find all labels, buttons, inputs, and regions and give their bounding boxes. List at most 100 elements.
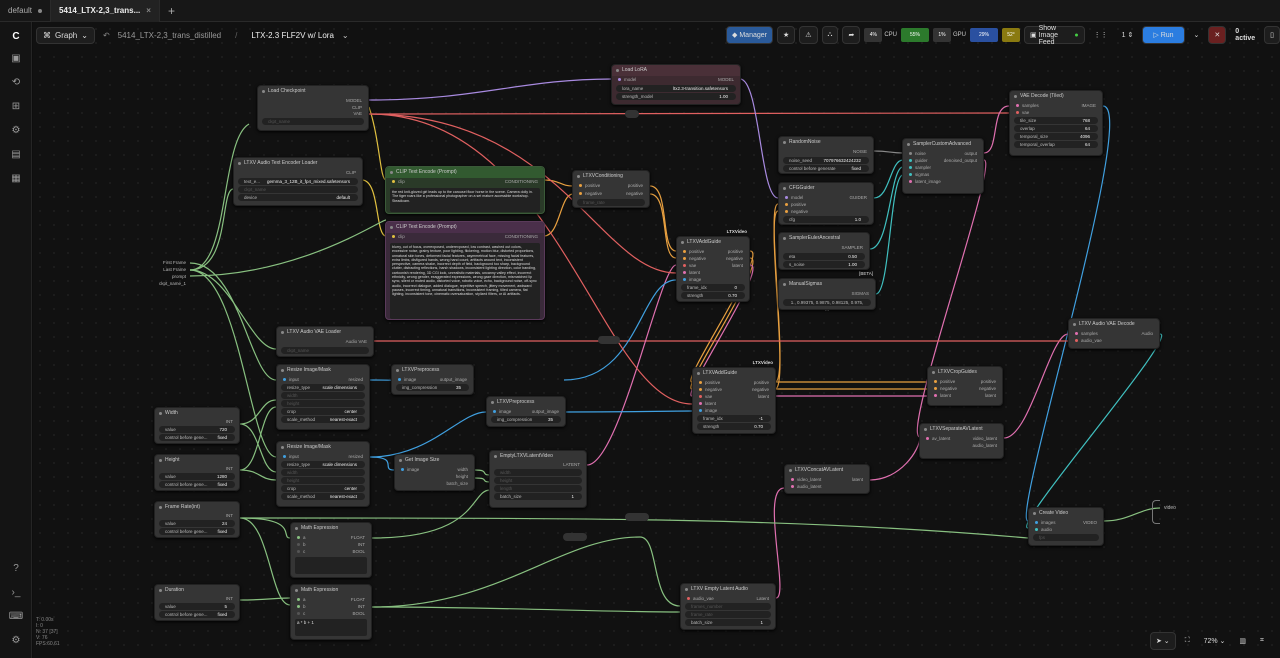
tab-default[interactable]: default [0, 0, 52, 22]
node-ltxv-add-guide-first[interactable]: LTXVideo LTXVAddGuide positive positive n… [676, 229, 750, 302]
slot-noise[interactable]: noise output [903, 150, 983, 157]
slot-image[interactable]: image [677, 276, 749, 283]
node-ltxv-preprocess-first[interactable]: LTXVPreprocess image output_image img_com… [391, 364, 474, 395]
widget-scale-method[interactable]: scale_method nearest-exact [281, 416, 365, 423]
widget-batch-size[interactable]: batch_size 1 [494, 493, 582, 500]
slot-model[interactable]: model GUIDER [779, 194, 873, 201]
breadcrumb-subgraph[interactable]: LTX-2.3 FLF2V w/ Lora [251, 31, 334, 40]
node-clip-text-encode-positive[interactable]: CLIP Text Encode (Prompt) clip CONDITIONI… [385, 166, 545, 214]
node-ltxv-conditioning[interactable]: LTXVConditioning positive positive negati… [572, 170, 650, 208]
node-clip-text-encode-negative[interactable]: CLIP Text Encode (Prompt) clip CONDITIONI… [385, 221, 545, 320]
breadcrumb-workflow[interactable]: 5414_LTX-2,3_trans_distilled [118, 31, 221, 40]
widget-resize-type[interactable]: resize_type scale dimensions [281, 461, 365, 468]
output-int[interactable]: INT [155, 596, 239, 602]
widget-frame-rate[interactable]: frame_rate [685, 611, 771, 618]
expression-textarea[interactable] [295, 557, 367, 574]
node-empty-ltxv-latent-video[interactable]: EmptyLTXVLatentVideo LATENT width height… [489, 450, 587, 508]
subgraph-output-video[interactable]: video [1164, 505, 1176, 511]
terminal-icon[interactable]: ›_ [8, 586, 24, 600]
slot-sigmas[interactable]: sigmas [903, 171, 983, 178]
show-image-feed-button[interactable]: ▣ Show Image Feed ● [1024, 25, 1085, 46]
widget-ckpt-name[interactable]: ckpt_name [262, 118, 364, 125]
output-int[interactable]: INT [155, 513, 239, 519]
prompt-textarea[interactable]: blurry, out of focus, overexposed, under… [390, 243, 540, 319]
node-ltxv-empty-latent-audio[interactable]: LTXV Empty Latent Audio audio_vae Latent … [680, 583, 776, 630]
node-audio-text-encoder-loader[interactable]: LTXV Audio Text Encoder Loader CLIP text… [233, 157, 363, 206]
slot-input[interactable]: input resized [277, 376, 369, 383]
images-icon[interactable]: ▣ [8, 52, 24, 66]
slot-av-latent[interactable]: av_latent video_latent [920, 435, 1003, 442]
widget-height[interactable]: height [494, 477, 582, 484]
widget-img-compression[interactable]: img_compression 35 [396, 384, 469, 391]
node-ltxv-separate-av-latent[interactable]: LTXVSeparateAVLatent av_latent video_late… [919, 423, 1004, 459]
graph-switch-button[interactable]: ⌘ Graph ⌄ [36, 26, 95, 44]
run-options-icon[interactable]: ⌄ [1189, 26, 1205, 44]
input-last-frame[interactable]: Last Frame [158, 266, 186, 273]
widget-width[interactable]: width [281, 469, 365, 476]
node-vae-decode-tiled[interactable]: VAE Decode (Tiled) samples IMAGE vae tile… [1009, 90, 1103, 156]
widget-sigmas[interactable]: 1., 0.99375, 0.9875, 0.98125, 0.975, ... [783, 299, 871, 312]
node-ltxv-concat-av-latent[interactable]: LTXVConcatAVLatent video_latent latent au… [784, 464, 870, 494]
star-icon[interactable]: ★ [776, 26, 796, 44]
widget-frames-number[interactable]: frames_number [685, 603, 771, 610]
slot-guider[interactable]: guider denoised_output [903, 157, 983, 164]
slot-positive[interactable]: positive positive [928, 378, 1002, 385]
slot-image[interactable]: image [693, 407, 775, 414]
widget-ckpt-name[interactable]: ckpt_name [281, 347, 369, 354]
close-icon[interactable]: × [146, 6, 151, 15]
widget-control[interactable]: control before gene... fixed [159, 434, 235, 441]
widget-frame-idx[interactable]: frame_idx 0 [681, 284, 745, 291]
widget-temporal-size[interactable]: temporal_size 4096 [1014, 133, 1098, 140]
slot-positive[interactable]: positive positive [693, 379, 775, 386]
widget-frame-rate[interactable]: frame_rate [577, 199, 645, 206]
node-math-expression-first[interactable]: Math Expression a FLOAT b INT c BOOL [290, 522, 372, 578]
active-queue[interactable]: 0 active [1230, 26, 1260, 44]
slot-latent[interactable]: latent [693, 400, 775, 407]
slot-positive[interactable]: positive positive [573, 182, 649, 190]
slot-image[interactable]: image output_image [392, 376, 473, 383]
output-int[interactable]: INT [155, 419, 239, 425]
widget-control[interactable]: control before gene... fixed [159, 611, 235, 618]
node-create-video[interactable]: Create Video images VIDEO audio fps [1028, 507, 1104, 546]
slot-a[interactable]: a FLOAT [291, 596, 371, 603]
output-audio-vae[interactable]: Audio VAE [277, 338, 373, 346]
output-audio-latent[interactable]: audio_latent [920, 442, 1003, 449]
slot-video-latent[interactable]: video_latent latent [785, 476, 869, 483]
widget-noise-seed[interactable]: noise_seed 707976632424232 [783, 157, 869, 164]
slot-audio-latent[interactable]: audio_latent [785, 483, 869, 490]
slot-positive[interactable]: positive positive [677, 248, 749, 255]
workflows-icon[interactable]: ▤ [8, 148, 24, 162]
widget-img-compression[interactable]: img_compression 35 [491, 416, 561, 423]
reroute-node[interactable] [625, 110, 639, 118]
slot-b[interactable]: b INT [291, 603, 371, 610]
slot-image[interactable]: image output_image [487, 408, 565, 415]
slot-negative[interactable]: negative [779, 208, 873, 215]
widget-control[interactable]: control before gene... fixed [159, 528, 235, 535]
widget-crop[interactable]: crop center [281, 485, 365, 492]
slot-vae[interactable]: vae latent [693, 393, 775, 400]
link-visibility-icon[interactable]: ⌗ [1255, 632, 1269, 650]
back-icon[interactable]: ↶ [103, 31, 110, 40]
models-icon[interactable]: ⚙ [8, 124, 24, 138]
widget-resize-type[interactable]: resize_type scale dimensions [281, 384, 365, 391]
slot-sampler[interactable]: sampler [903, 164, 983, 171]
tab-workflow[interactable]: 5414_LTX-2,3_trans... × [51, 0, 160, 22]
reroute-node[interactable] [563, 533, 587, 541]
slot-negative[interactable]: negative negative [573, 190, 649, 198]
slot-c[interactable]: c BOOL [291, 548, 371, 555]
widget-strength[interactable]: strength 0.70 [681, 292, 745, 299]
slot-vae[interactable]: vae latent [677, 262, 749, 269]
widget-device[interactable]: device default [238, 194, 358, 201]
widget-control[interactable]: control before gene... fixed [159, 481, 235, 488]
share-icon[interactable]: ➦ [842, 26, 861, 44]
widget-temporal-overlap[interactable]: temporal_overlap 64 [1014, 141, 1098, 148]
widget-length[interactable]: length [494, 485, 582, 492]
widget-fps[interactable]: fps [1033, 534, 1099, 541]
widget-value[interactable]: value 1280 [159, 473, 235, 480]
node-resize-image-last[interactable]: Resize Image/Mask input resized resize_ty… [276, 441, 370, 507]
widget-value[interactable]: value 24 [159, 520, 235, 527]
slot-vae[interactable]: vae [1010, 109, 1102, 116]
node-random-noise[interactable]: RandomNoise NOISE noise_seed 707976632424… [778, 136, 874, 174]
nodes-icon[interactable]: ⊞ [8, 100, 24, 114]
history-icon[interactable]: ⟲ [8, 76, 24, 90]
